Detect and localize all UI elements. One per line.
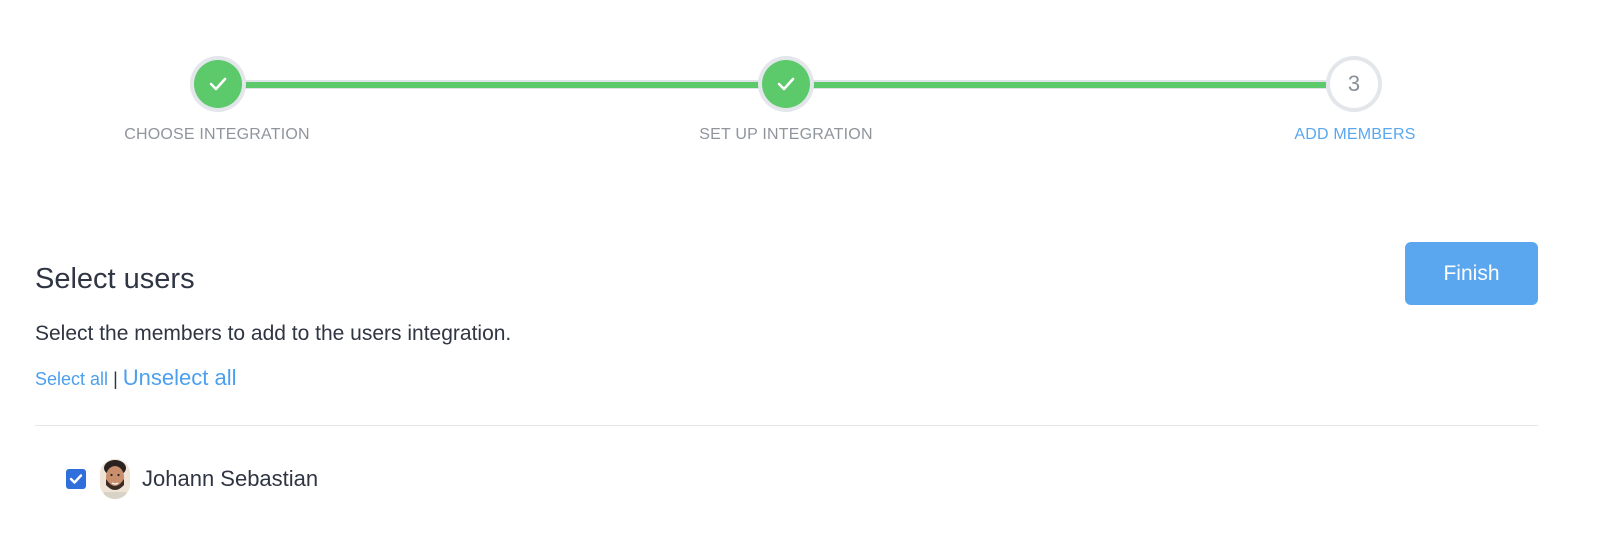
select-all-link[interactable]: Select all xyxy=(35,369,108,389)
unselect-all-link[interactable]: Unselect all xyxy=(123,365,237,390)
checkbox-checked-icon[interactable] xyxy=(66,469,86,489)
page-description: Select the members to add to the users i… xyxy=(35,322,512,345)
step-3-label: ADD MEMBERS xyxy=(1294,126,1416,143)
member-name: Johann Sebastian xyxy=(142,466,319,491)
step-1-node[interactable] xyxy=(190,56,246,112)
finish-button[interactable]: Finish xyxy=(1405,242,1538,305)
member-row[interactable]: Johann Sebastian xyxy=(66,458,318,500)
link-separator: | xyxy=(113,369,118,389)
progress-stepper: 3 CHOOSE INTEGRATION SET UP INTEGRATION … xyxy=(0,0,1600,160)
checkmark-icon xyxy=(194,60,242,108)
step-3-node[interactable]: 3 xyxy=(1326,56,1382,112)
step-2-label: SET UP INTEGRATION xyxy=(699,126,873,143)
page: 3 CHOOSE INTEGRATION SET UP INTEGRATION … xyxy=(0,0,1600,551)
page-title: Select users xyxy=(35,263,195,295)
divider xyxy=(35,425,1538,426)
user-avatar xyxy=(100,459,130,499)
checkmark-icon xyxy=(762,60,810,108)
selection-links: Select all | Unselect all xyxy=(35,365,236,391)
step-2-node[interactable] xyxy=(758,56,814,112)
step-1-label: CHOOSE INTEGRATION xyxy=(124,126,310,143)
step-3-number: 3 xyxy=(1330,60,1378,108)
